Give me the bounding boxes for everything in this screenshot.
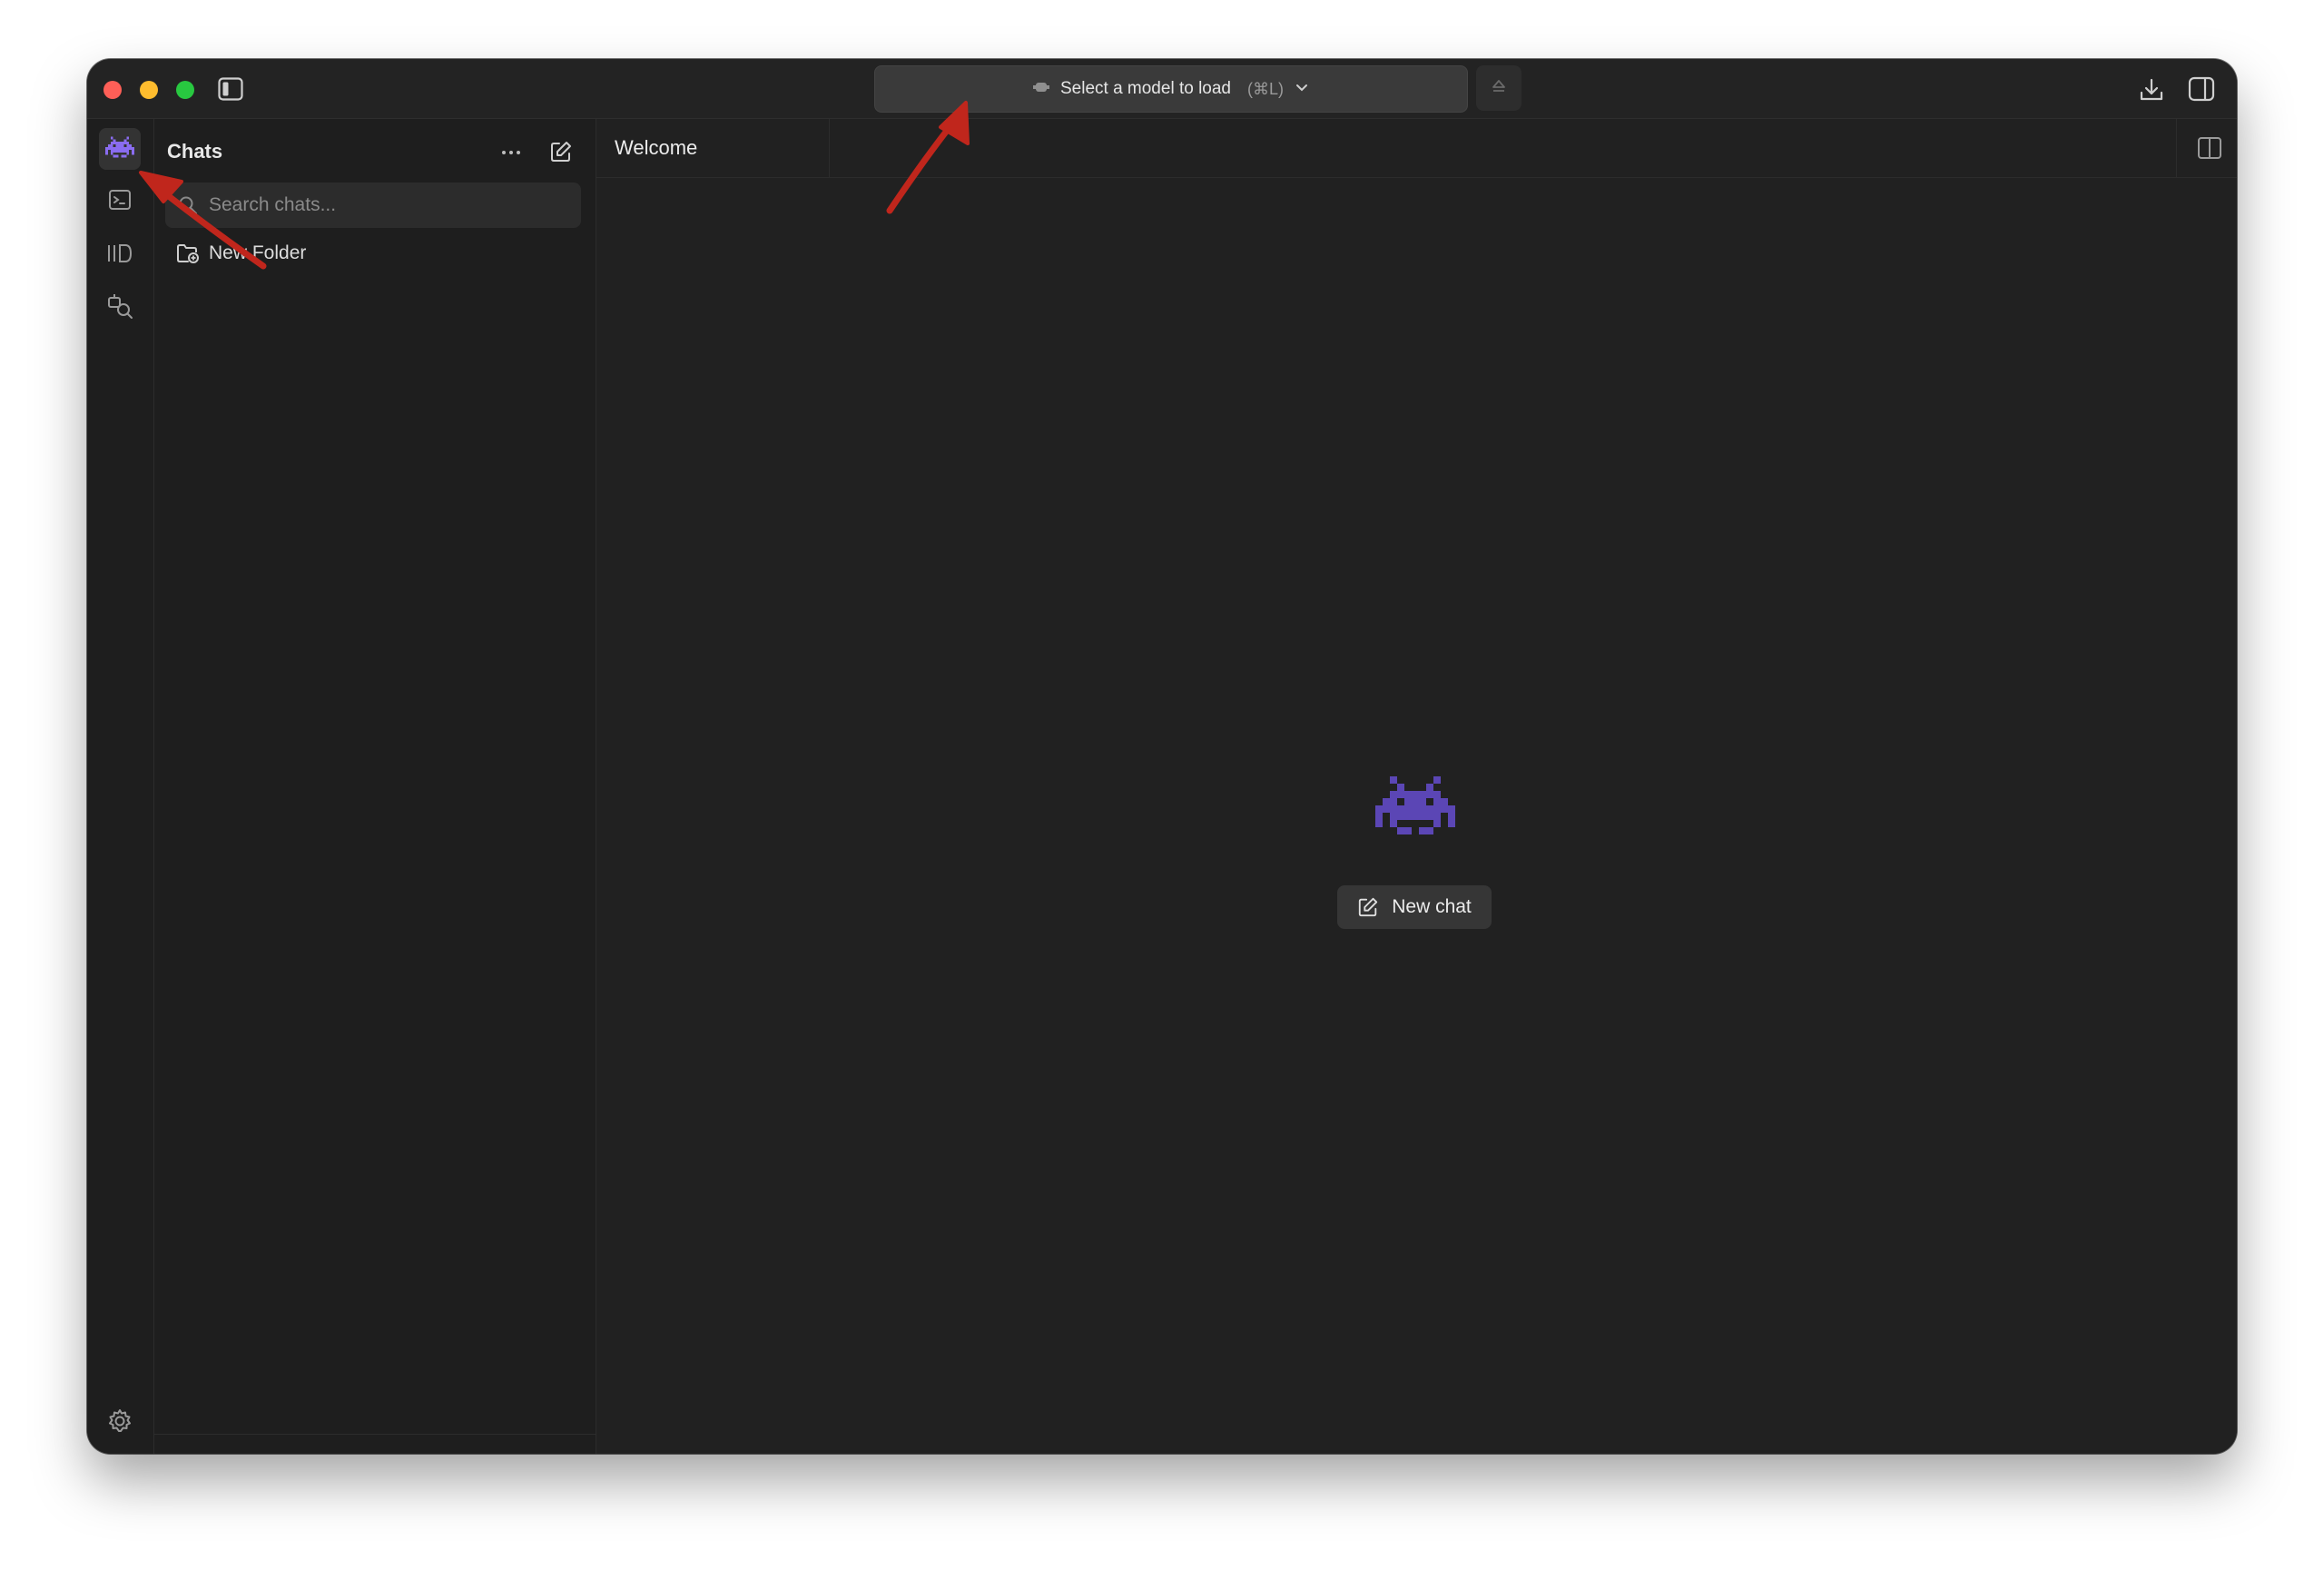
model-chip-icon — [1032, 79, 1049, 99]
tab-bar: Welcome — [596, 119, 2237, 178]
rail-item-chat[interactable] — [99, 128, 141, 170]
download-icon[interactable] — [2136, 74, 2167, 105]
main-area: Welcome New chat — [596, 119, 2237, 1454]
minimize-window-button[interactable] — [140, 81, 158, 99]
tab-bar-divider — [2176, 119, 2177, 177]
terminal-icon — [108, 188, 132, 216]
search-models-icon — [106, 292, 133, 324]
app-window: Select a model to load (⌘L) Chats Search… — [87, 59, 2237, 1454]
more-options-icon[interactable] — [497, 139, 525, 166]
icon-rail — [87, 119, 154, 1454]
model-selector-button[interactable]: Select a model to load (⌘L) — [874, 65, 1468, 113]
add-folder-icon — [176, 242, 200, 264]
chats-panel: Chats New Folder — [154, 119, 596, 1454]
welcome-logo-icon — [1375, 776, 1455, 834]
model-selector-shortcut: (⌘L) — [1247, 79, 1284, 98]
gear-icon — [106, 1407, 133, 1439]
chevron-down-icon — [1295, 79, 1309, 99]
search-icon — [178, 195, 198, 215]
chats-title: Chats — [167, 140, 223, 163]
settings-button[interactable] — [99, 1402, 141, 1444]
new-folder-label: New Folder — [209, 242, 307, 263]
tab-welcome-label: Welcome — [615, 136, 698, 159]
right-panel-toggle-icon[interactable] — [2186, 74, 2217, 104]
search-chats-input[interactable] — [207, 193, 556, 217]
rail-item-discover[interactable] — [99, 287, 141, 329]
compose-icon — [1357, 896, 1379, 918]
maximize-window-button[interactable] — [176, 81, 194, 99]
split-view-icon[interactable] — [2195, 133, 2224, 163]
space-invader-icon — [105, 135, 134, 163]
tab-welcome[interactable]: Welcome — [596, 119, 830, 177]
search-chats-field[interactable] — [165, 183, 581, 228]
rail-item-developer[interactable] — [99, 181, 141, 222]
model-selector-label: Select a model to load — [1059, 79, 1231, 98]
new-folder-button[interactable]: New Folder — [176, 235, 306, 272]
eject-icon — [1491, 79, 1507, 98]
new-chat-button[interactable]: New chat — [1337, 885, 1492, 929]
eject-button[interactable] — [1476, 65, 1521, 111]
panel-footer-divider — [154, 1434, 596, 1435]
sidebar-toggle-icon[interactable] — [216, 75, 245, 103]
close-window-button[interactable] — [103, 81, 122, 99]
new-chat-label: New chat — [1392, 896, 1472, 917]
compose-icon[interactable] — [547, 137, 576, 166]
rail-item-models[interactable] — [99, 234, 141, 276]
library-icon — [106, 242, 133, 269]
title-bar: Select a model to load (⌘L) — [87, 59, 2237, 119]
